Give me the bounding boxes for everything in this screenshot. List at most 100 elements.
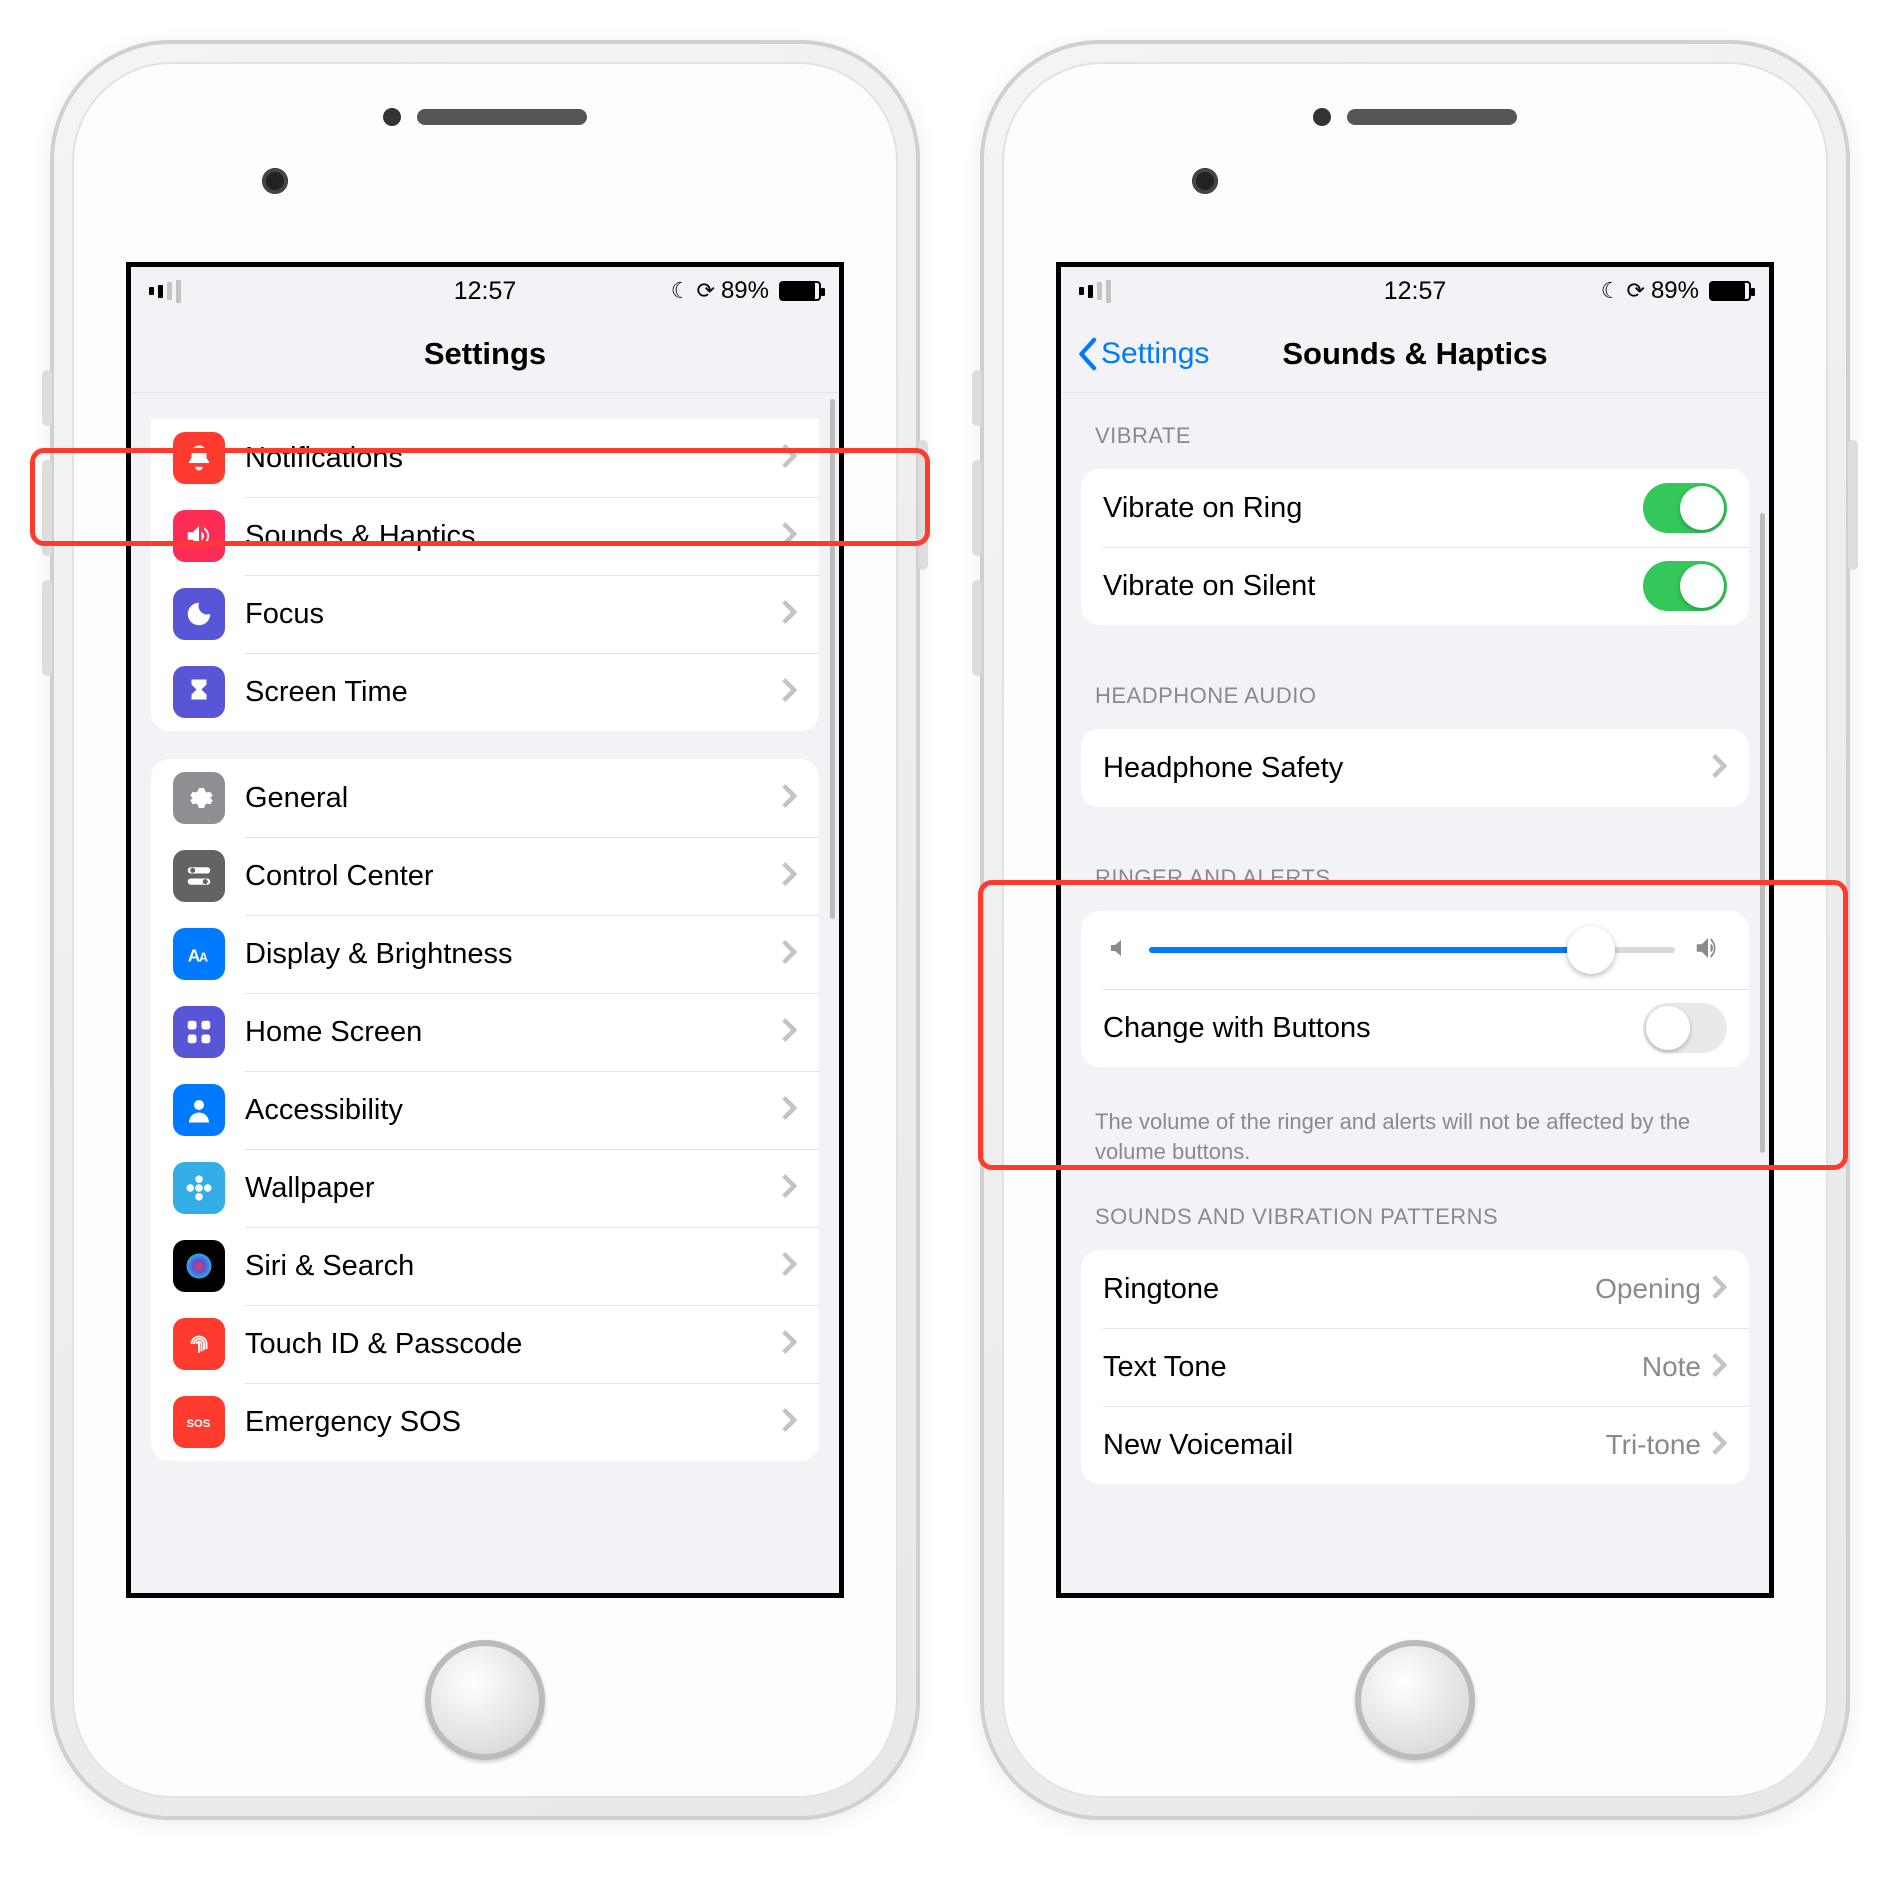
flower-icon xyxy=(173,1162,225,1214)
section-header-vibrate: VIBRATE xyxy=(1061,393,1769,459)
svg-text:A: A xyxy=(199,951,208,965)
row-vibrate-on-ring[interactable]: Vibrate on Ring xyxy=(1081,469,1749,547)
aa-icon: AA xyxy=(173,928,225,980)
home-button[interactable] xyxy=(425,1640,545,1760)
row-new-voicemail[interactable]: New Voicemail Tri-tone xyxy=(1081,1406,1749,1484)
back-label: Settings xyxy=(1101,337,1209,371)
battery-icon xyxy=(779,281,821,301)
row-label: Text Tone xyxy=(1103,1351,1642,1384)
settings-row-general[interactable]: General xyxy=(151,759,819,837)
svg-text:SOS: SOS xyxy=(187,1418,211,1430)
status-time: 12:57 xyxy=(1384,277,1447,306)
chevron-right-icon xyxy=(781,599,797,630)
row-label: Control Center xyxy=(245,860,781,893)
chevron-right-icon xyxy=(781,783,797,814)
settings-group-2: General Control Center AA Display & Brightn… xyxy=(151,759,819,1461)
person-icon xyxy=(173,1084,225,1136)
dnd-moon-icon: ☾ xyxy=(671,278,691,304)
rotation-lock-icon: ⟳ xyxy=(1627,278,1645,304)
speaker-icon xyxy=(173,510,225,562)
home-button[interactable] xyxy=(1355,1640,1475,1760)
signal-icon xyxy=(1079,280,1113,303)
settings-row-focus[interactable]: Focus xyxy=(151,575,819,653)
switches-icon xyxy=(173,850,225,902)
row-vibrate-on-silent[interactable]: Vibrate on Silent xyxy=(1081,547,1749,625)
volume-low-icon xyxy=(1107,936,1131,965)
moon-icon xyxy=(173,588,225,640)
page-title: Settings xyxy=(424,336,546,372)
phone-hardware-top xyxy=(1002,62,1828,126)
signal-icon xyxy=(149,280,183,303)
phone-hardware-top xyxy=(72,62,898,126)
nav-bar: Settings xyxy=(131,315,839,393)
bell-icon xyxy=(173,432,225,484)
settings-row-control-center[interactable]: Control Center xyxy=(151,837,819,915)
scroll-indicator xyxy=(1760,513,1765,1153)
row-value: Opening xyxy=(1595,1273,1701,1305)
chevron-right-icon xyxy=(781,521,797,552)
row-label: Home Screen xyxy=(245,1016,781,1049)
row-ringtone[interactable]: Ringtone Opening xyxy=(1081,1250,1749,1328)
settings-row-sounds-haptics[interactable]: Sounds & Haptics xyxy=(151,497,819,575)
toggle-change-buttons[interactable] xyxy=(1643,1003,1727,1053)
hourglass-icon xyxy=(173,666,225,718)
row-label: Sounds & Haptics xyxy=(245,520,781,553)
chevron-right-icon xyxy=(1711,1352,1727,1383)
row-label: Vibrate on Silent xyxy=(1103,570,1643,603)
row-text-tone[interactable]: Text Tone Note xyxy=(1081,1328,1749,1406)
volume-high-icon xyxy=(1693,933,1723,968)
status-bar: 12:57 ☾ ⟳ 89% xyxy=(1061,267,1769,315)
chevron-right-icon xyxy=(781,1017,797,1048)
row-value: Tri-tone xyxy=(1606,1429,1701,1461)
settings-row-wallpaper[interactable]: Wallpaper xyxy=(151,1149,819,1227)
settings-row-screen-time[interactable]: Screen Time xyxy=(151,653,819,731)
row-headphone-safety[interactable]: Headphone Safety xyxy=(1081,729,1749,807)
settings-row-siri-search[interactable]: Siri & Search xyxy=(151,1227,819,1305)
settings-row-emergency-sos[interactable]: SOS Emergency SOS xyxy=(151,1383,819,1461)
settings-row-accessibility[interactable]: Accessibility xyxy=(151,1071,819,1149)
sounds-group: Ringtone Opening Text Tone Note New Voic… xyxy=(1081,1250,1749,1484)
status-bar: 12:57 ☾ ⟳ 89% xyxy=(131,267,839,315)
row-label: Siri & Search xyxy=(245,1250,781,1283)
settings-row-home-screen[interactable]: Home Screen xyxy=(151,993,819,1071)
screen-settings: 12:57 ☾ ⟳ 89% Settings Notifications Soun… xyxy=(126,262,844,1598)
chevron-right-icon xyxy=(781,1407,797,1438)
section-header-ringer: RINGER AND ALERTS xyxy=(1061,835,1769,901)
section-header-headphone: HEADPHONE AUDIO xyxy=(1061,653,1769,719)
settings-row-touch-id-passcode[interactable]: Touch ID & Passcode xyxy=(151,1305,819,1383)
chevron-right-icon xyxy=(781,677,797,708)
row-label: Headphone Safety xyxy=(1103,752,1711,785)
row-value: Note xyxy=(1642,1351,1701,1383)
row-ringer-volume[interactable] xyxy=(1081,911,1749,989)
row-label: Vibrate on Ring xyxy=(1103,492,1643,525)
chevron-right-icon xyxy=(1711,1274,1727,1305)
settings-group-1: Notifications Sounds & Haptics Focus Screen… xyxy=(151,419,819,731)
screen-sounds: 12:57 ☾ ⟳ 89% Settings Sounds & Haptics … xyxy=(1056,262,1774,1598)
volume-slider[interactable] xyxy=(1149,947,1675,953)
row-change-with-buttons[interactable]: Change with Buttons xyxy=(1081,989,1749,1067)
phone-left: 12:57 ☾ ⟳ 89% Settings Notifications Soun… xyxy=(50,40,920,1820)
settings-row-notifications[interactable]: Notifications xyxy=(151,419,819,497)
row-label: Ringtone xyxy=(1103,1273,1595,1306)
chevron-right-icon xyxy=(781,1095,797,1126)
sos-icon: SOS xyxy=(173,1396,225,1448)
chevron-right-icon xyxy=(1711,1430,1727,1461)
nav-bar: Settings Sounds & Haptics xyxy=(1061,315,1769,393)
chevron-right-icon xyxy=(781,939,797,970)
page-title: Sounds & Haptics xyxy=(1282,336,1547,372)
chevron-right-icon xyxy=(781,1329,797,1360)
fingerprint-icon xyxy=(173,1318,225,1370)
chevron-right-icon xyxy=(781,443,797,474)
rotation-lock-icon: ⟳ xyxy=(697,278,715,304)
toggle-vibrate-ring[interactable] xyxy=(1643,483,1727,533)
row-label: Wallpaper xyxy=(245,1172,781,1205)
row-label: Display & Brightness xyxy=(245,938,781,971)
headphone-group: Headphone Safety xyxy=(1081,729,1749,807)
row-label: Focus xyxy=(245,598,781,631)
scroll-indicator xyxy=(830,399,835,919)
grid-icon xyxy=(173,1006,225,1058)
settings-row-display-brightness[interactable]: AA Display & Brightness xyxy=(151,915,819,993)
toggle-vibrate-silent[interactable] xyxy=(1643,561,1727,611)
row-label: Emergency SOS xyxy=(245,1406,781,1439)
back-button[interactable]: Settings xyxy=(1075,337,1209,371)
